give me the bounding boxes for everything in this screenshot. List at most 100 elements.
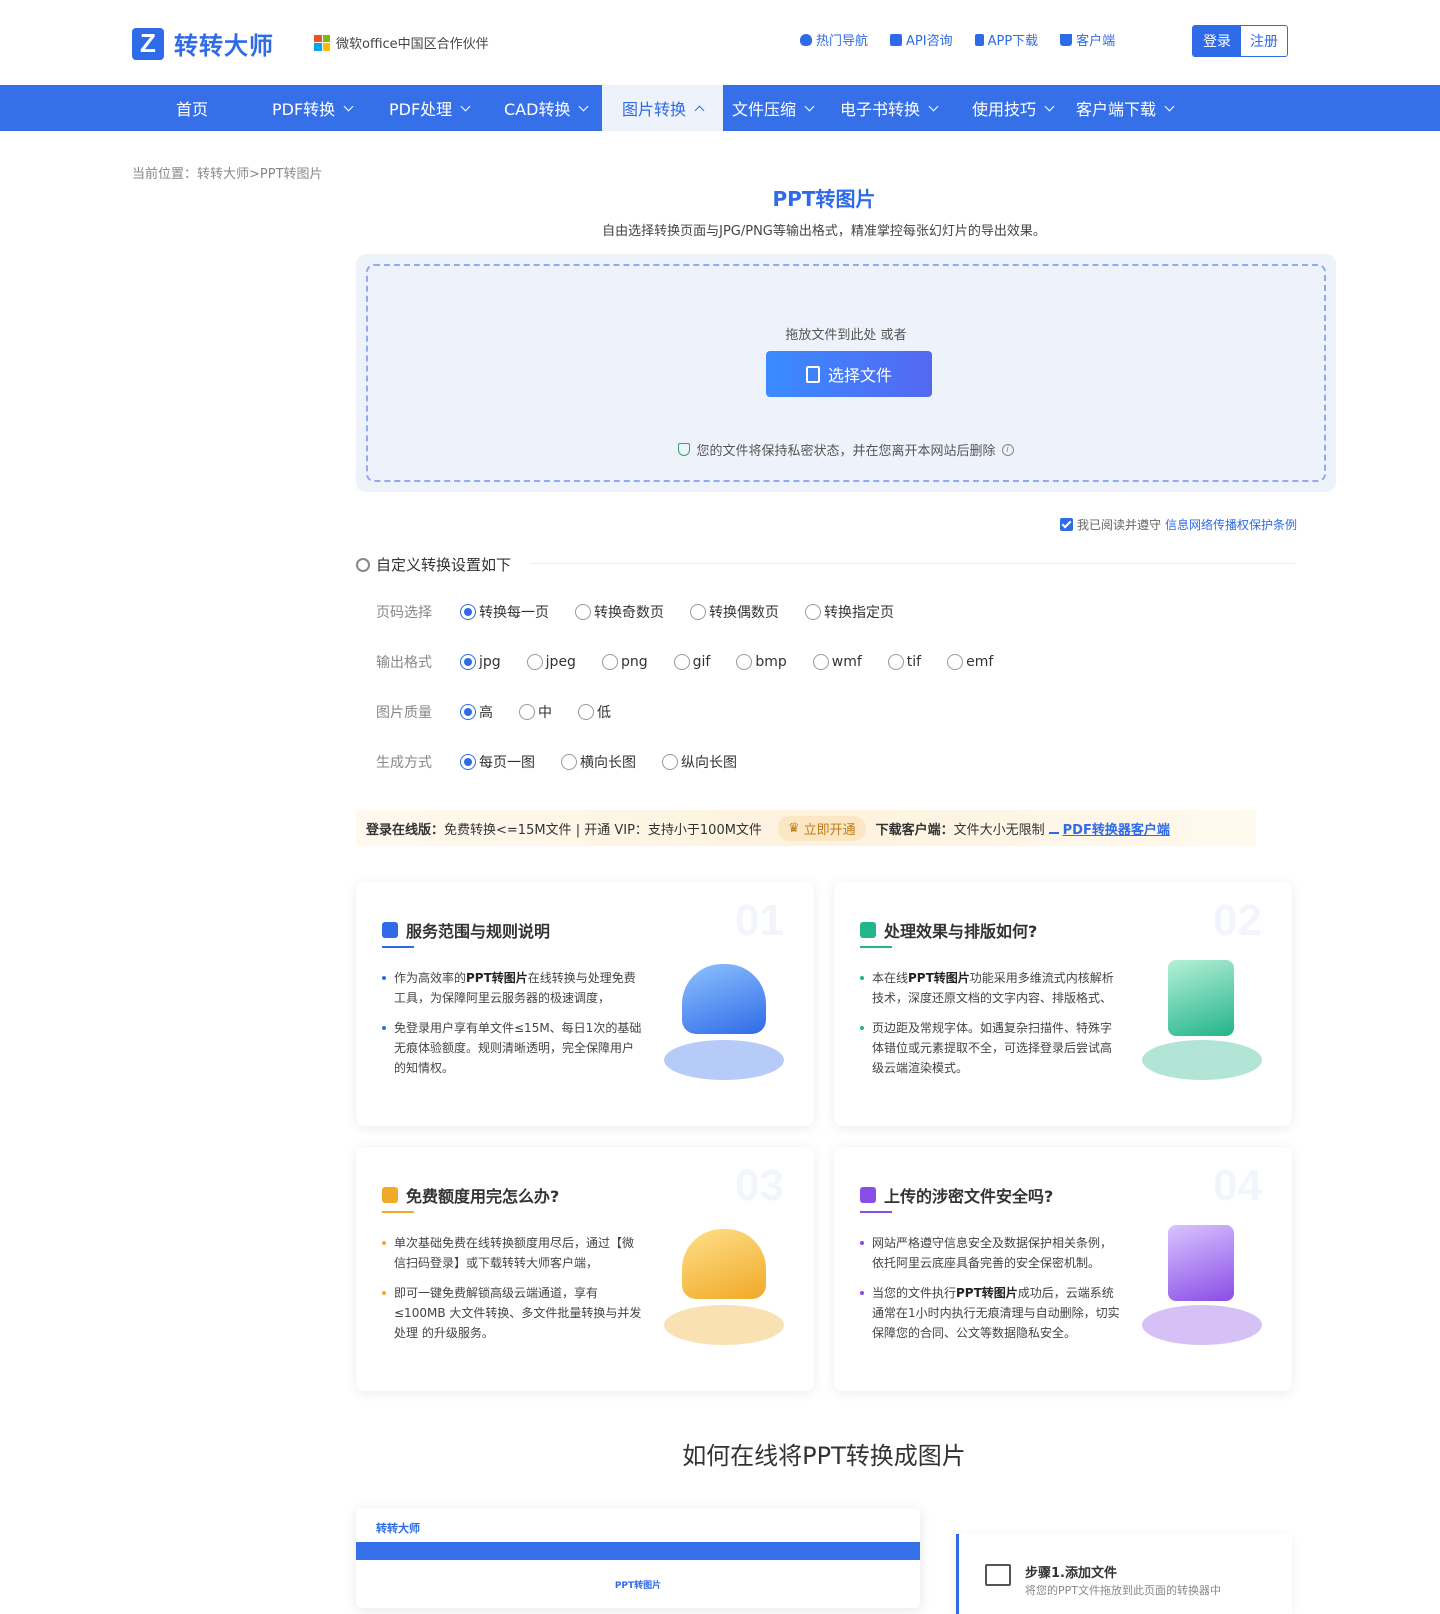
radio-icon	[460, 604, 476, 620]
radio-option[interactable]: bmp	[736, 654, 787, 670]
nav-pdf-process[interactable]: PDF处理	[389, 85, 471, 131]
list-item: 作为高效率的PPT转图片在线转换与处理免费工具，为保障阿里云服务器的极速调度，	[382, 968, 642, 1008]
radio-icon	[601, 654, 618, 670]
radio-label: 转换每一页	[479, 605, 549, 621]
item-text: 当您的文件执行	[872, 1286, 957, 1300]
card-list: 网站严格遵守信息安全及数据保护相关条例，依托阿里云底座具备完善的安全保密机制。当…	[860, 1233, 1120, 1353]
top-nav: 热门导航 API咨询 APP下载 客户端	[800, 30, 1115, 49]
topnav-client[interactable]: 客户端	[1060, 30, 1115, 49]
info-icon[interactable]: i	[1001, 443, 1014, 456]
item-bold: PPT转图片	[956, 1286, 1018, 1300]
logo[interactable]: Z 转转大师	[132, 26, 274, 61]
topnav-app[interactable]: APP下载	[974, 30, 1038, 49]
radio-label: 转换偶数页	[709, 605, 779, 621]
list-item: 网站严格遵守信息安全及数据保护相关条例，依托阿里云底座具备完善的安全保密机制。	[860, 1233, 1120, 1273]
radio-option[interactable]: jpeg	[526, 654, 576, 670]
item-text: 本在线	[872, 971, 909, 985]
topnav-label: 客户端	[1076, 34, 1116, 49]
vip-label: 立即开通	[803, 822, 856, 838]
privacy-note: 您的文件将保持私密状态，并在您离开本网站后删除 i	[368, 440, 1324, 459]
radio-option[interactable]: 每页一图	[460, 752, 535, 772]
login-button[interactable]: 登录	[1193, 26, 1241, 56]
radio-label: 中	[538, 705, 552, 721]
radio-option[interactable]: 低	[578, 702, 611, 722]
option-row: 页码选择 转换每一页 转换奇数页 转换偶数页 转换指定页	[376, 602, 920, 622]
radio-option[interactable]: 纵向长图	[662, 752, 737, 772]
nav-cad-convert[interactable]: CAD转换	[504, 85, 589, 131]
fire-icon	[800, 33, 812, 46]
register-button[interactable]: 注册	[1241, 26, 1287, 56]
radio-option[interactable]: emf	[947, 654, 993, 670]
radio-icon	[805, 604, 821, 620]
main-nav: 首页 PDF转换 PDF处理 CAD转换 图片转换 文件压缩 电子书转换 使用技…	[0, 85, 1440, 131]
phone-icon	[974, 33, 984, 46]
radio-option[interactable]: png	[601, 654, 648, 670]
nav-tips[interactable]: 使用技巧	[972, 85, 1055, 131]
radio-label: 转换指定页	[824, 605, 894, 621]
radio-option[interactable]: 转换指定页	[805, 602, 894, 622]
nav-compress[interactable]: 文件压缩	[732, 85, 815, 131]
item-text: 免登录用户享有单文件≤15M、每日1次的基础无痕体验额度。规则清晰透明，完全保障…	[394, 1021, 642, 1075]
chevron-down-icon	[579, 101, 589, 111]
howto-title: 如何在线将PPT转换成图片	[682, 1442, 966, 1470]
radio-option[interactable]: 中	[519, 702, 552, 722]
brand-name: 转转大师	[174, 32, 274, 60]
chevron-down-icon	[804, 101, 815, 111]
card-underline	[382, 946, 414, 948]
card-icon	[382, 1187, 398, 1203]
page-title: PPT转图片	[772, 187, 876, 211]
upload-dropzone[interactable]: 拖放文件到此处 或者 选择文件 您的文件将保持私密状态，并在您离开本网站后删除 …	[356, 254, 1336, 492]
radio-option[interactable]: 转换奇数页	[575, 602, 664, 622]
item-text: 单次基础免费在线转换额度用尽后，通过【微信扫码登录】或下载转转大师客户端，	[394, 1236, 635, 1270]
topnav-hot[interactable]: 热门导航	[800, 30, 868, 49]
option-label: 生成方式	[376, 755, 432, 771]
radio-option[interactable]: 转换每一页	[460, 602, 549, 622]
nav-home[interactable]: 首页	[176, 85, 208, 131]
radio-icon	[947, 654, 964, 670]
settings-title-text: 自定义转换设置如下	[376, 556, 512, 574]
topnav-api[interactable]: API咨询	[890, 30, 953, 49]
card-underline	[382, 1211, 414, 1213]
card-list: 作为高效率的PPT转图片在线转换与处理免费工具，为保障阿里云服务器的极速调度， 免…	[382, 968, 642, 1088]
radio-label: png	[620, 654, 648, 670]
agree-link[interactable]: 信息网络传播权保护条例	[1165, 516, 1297, 533]
agree-checkbox[interactable]	[1060, 518, 1073, 531]
screenshot-nav	[356, 1542, 920, 1560]
select-file-button[interactable]: 选择文件	[766, 351, 932, 397]
cloud-upload-illustration	[656, 1219, 792, 1345]
nav-label: 图片转换	[622, 100, 687, 119]
folder-icon	[985, 1564, 1011, 1586]
nav-pdf-convert[interactable]: PDF转换	[272, 85, 354, 131]
chevron-down-icon	[1164, 101, 1175, 111]
nav-ebook[interactable]: 电子书转换	[840, 85, 939, 131]
radio-option[interactable]: 转换偶数页	[690, 602, 779, 622]
radio-option[interactable]: 高	[460, 702, 493, 722]
radio-option[interactable]: gif	[673, 654, 710, 670]
step-card: 步骤1.添加文件 将您的PPT文件拖放到此页面的转换器中	[956, 1534, 1292, 1614]
privacy-text: 您的文件将保持私密状态，并在您离开本网站后删除	[696, 444, 996, 459]
list-item: 即可一键免费解锁高级云端通道，享有≤100MB 大文件转换、多文件批量转换与并发…	[382, 1283, 642, 1343]
radio-label: jpg	[479, 654, 501, 670]
card-title-text: 上传的涉密文件安全吗?	[884, 1187, 1054, 1206]
promo-online-text: 免费转换<=15M文件 | 开通 VIP：支持小于100M文件	[444, 822, 762, 838]
radio-label: bmp	[755, 654, 787, 670]
nav-image-convert[interactable]: 图片转换	[602, 85, 724, 131]
client-link[interactable]: PDF转换器客户端	[1063, 819, 1170, 838]
header: Z 转转大师 微软office中国区合作伙伴 热门导航 API咨询 APP下载 …	[0, 0, 1440, 84]
vip-button[interactable]: ♛ 立即开通	[777, 815, 866, 841]
auth-buttons: 登录 注册	[1192, 25, 1288, 57]
radio-icon	[812, 654, 829, 670]
radio-option[interactable]: tif	[887, 654, 921, 670]
agreement: 我已阅读并遵守 信息网络传播权保护条例	[1060, 516, 1297, 533]
option-row: 生成方式 每页一图 横向长图 纵向长图	[376, 752, 763, 772]
radio-option[interactable]: jpg	[460, 654, 501, 670]
card-icon	[860, 1187, 876, 1203]
drop-hint: 拖放文件到此处 或者	[785, 328, 907, 343]
radio-option[interactable]: wmf	[812, 654, 862, 670]
radio-label: 转换奇数页	[594, 605, 664, 621]
topnav-label: API咨询	[906, 34, 953, 49]
nav-client-download[interactable]: 客户端下载	[1076, 85, 1175, 131]
topnav-label: 热门导航	[816, 34, 869, 49]
radio-icon	[460, 654, 476, 670]
radio-option[interactable]: 横向长图	[561, 752, 636, 772]
